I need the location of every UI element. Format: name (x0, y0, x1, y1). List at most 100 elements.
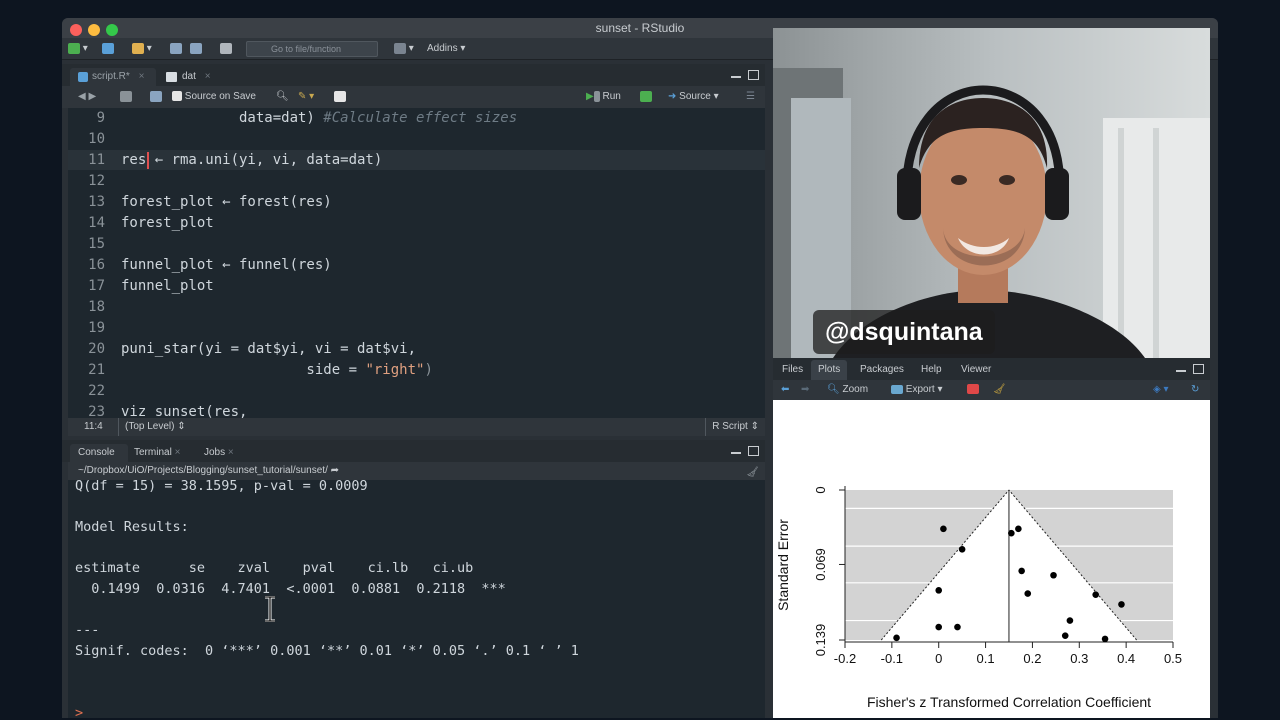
table-icon (166, 72, 177, 82)
rerun-icon[interactable] (640, 89, 652, 105)
tab-dat[interactable]: dat × (160, 68, 218, 86)
line-number: 22 (88, 383, 105, 399)
line-number: 20 (88, 341, 105, 357)
go-to-file-input[interactable]: Go to file/function (246, 41, 378, 57)
save-file-icon[interactable] (150, 89, 162, 105)
plot-viewer: -0.2 -0.1 0 0.1 0.2 0.3 0.4 0.5 0 0.069 0.139 Fishe… (773, 400, 1210, 718)
tab-viewer[interactable]: Viewer (954, 360, 998, 380)
maximize-pane-icon[interactable] (748, 70, 759, 80)
editor-toolbar: ◀ ▶ Source on Save 🔍︎ ✎ ▾ ▶ Run ➜ Source… (62, 86, 765, 108)
console-line: 0.1499 0.0316 4.7401 <.0001 0.0881 0.211… (75, 581, 506, 597)
save-icon[interactable] (170, 41, 182, 57)
minimize-window-button[interactable] (88, 24, 100, 36)
data-point (1092, 591, 1099, 598)
code-string: "right" (365, 362, 425, 378)
maximize-pane-icon[interactable] (748, 446, 759, 456)
outline-icon[interactable]: ☰ (746, 89, 755, 105)
close-tab-icon[interactable]: × (228, 447, 234, 458)
line-number: 17 (88, 278, 105, 294)
compile-report-icon[interactable] (334, 89, 346, 105)
search-icon[interactable]: 🔍︎ (276, 89, 289, 105)
code-text: forest_plot ← forest(res) (121, 194, 332, 210)
cursor-position: 11:4 (84, 421, 103, 432)
tab-jobs[interactable]: Jobs × (198, 444, 248, 462)
data-point (1008, 529, 1015, 537)
code-line: 14 forest_plot (68, 213, 765, 233)
clear-plots-icon[interactable]: 🧹︎ (993, 382, 1006, 398)
line-number: 16 (88, 257, 105, 273)
code-tools-icon[interactable]: ✎ ▾ (298, 89, 314, 105)
line-number: 19 (88, 320, 105, 336)
minimize-pane-icon[interactable] (731, 76, 741, 78)
code-line: 12 (68, 171, 765, 191)
minimize-pane-icon[interactable] (1176, 370, 1186, 372)
tab-help[interactable]: Help (914, 360, 949, 380)
addins-menu[interactable]: Addins ▾ (427, 41, 465, 57)
open-file-icon[interactable]: ▾ (132, 41, 152, 57)
console-line: Model Results: (75, 519, 189, 535)
data-point (893, 634, 900, 642)
tab-packages[interactable]: Packages (853, 360, 911, 380)
tab-console[interactable]: Console (70, 444, 128, 462)
run-button[interactable]: ▶ Run (586, 89, 621, 105)
show-in-window-icon[interactable] (120, 89, 132, 105)
tab-dat-label: dat (182, 71, 196, 82)
zoom-icon: 🔍︎ (827, 384, 840, 395)
line-number: 21 (88, 362, 105, 378)
tab-console-label: Console (78, 447, 115, 458)
tab-files[interactable]: Files (775, 360, 810, 380)
tab-plots[interactable]: Plots (811, 360, 848, 380)
zoom-button[interactable]: 🔍︎ Zoom (827, 382, 868, 398)
line-number: 12 (88, 173, 105, 189)
print-icon[interactable] (220, 41, 232, 57)
source-on-save-toggle[interactable]: Source on Save (172, 89, 256, 105)
maximize-pane-icon[interactable] (1193, 364, 1204, 374)
previous-plot-icon[interactable]: ⬅ (781, 382, 789, 398)
close-tab-icon[interactable]: × (139, 71, 145, 82)
line-number: 10 (88, 131, 105, 147)
source-button[interactable]: ➜ Source ▾ (668, 89, 719, 105)
close-tab-icon[interactable]: × (205, 71, 211, 82)
r-file-icon (78, 72, 88, 82)
back-arrow-icon[interactable]: ◀ ▶ (78, 89, 96, 105)
tab-terminal[interactable]: Terminal × (128, 444, 198, 462)
code-editor[interactable]: 9 data=dat) #Calculate effect sizes 10 1… (68, 108, 765, 418)
y-axis-label: Standard Error (775, 519, 791, 611)
code-text: data=dat) (121, 110, 324, 126)
remove-plot-icon[interactable] (967, 382, 979, 398)
working-directory: ~/Dropbox/UiO/Projects/Blogging/sunset_t… (68, 462, 765, 480)
refresh-icon[interactable]: ↻ (1191, 382, 1199, 398)
console-prompt[interactable]: > (75, 703, 83, 718)
data-point (1050, 571, 1057, 579)
file-type-label: R Script (712, 421, 748, 432)
minimize-pane-icon[interactable] (731, 452, 741, 454)
x-tick-label: 0.5 (1164, 651, 1182, 666)
file-type-selector[interactable]: R Script ⇕ (705, 418, 765, 436)
go-to-directory-icon[interactable]: ➦ (331, 465, 339, 476)
workspace-panes-icon[interactable]: ▾ (394, 41, 414, 57)
tab-script[interactable]: script.R* × (70, 68, 156, 86)
line-number: 14 (88, 215, 105, 231)
export-button[interactable]: Export ▾ (891, 382, 943, 398)
code-comment: #Calculate effect sizes (323, 110, 518, 126)
window-title: sunset - RStudio (595, 21, 685, 35)
text-cursor (147, 152, 149, 169)
data-point (954, 623, 961, 631)
close-tab-icon[interactable]: × (175, 447, 181, 458)
x-tick-label: 0.1 (977, 651, 995, 666)
new-file-icon[interactable]: ▾ (68, 41, 88, 57)
code-text: puni_star(yi = dat$yi, vi = dat$vi, (121, 341, 417, 357)
zoom-window-button[interactable] (106, 24, 118, 36)
code-line-active: 11 res ← rma.uni(yi, vi, data=dat) (68, 150, 765, 170)
new-project-icon[interactable] (102, 41, 114, 57)
webcam-video: @dsquintana (773, 28, 1210, 358)
next-plot-icon[interactable]: ➡ (801, 382, 809, 398)
console-output[interactable]: Q(df = 15) = 38.1595, p-val = 0.0009 Mod… (68, 480, 765, 718)
data-point (935, 587, 943, 594)
data-point (940, 525, 947, 533)
close-window-button[interactable] (70, 24, 82, 36)
publish-icon[interactable]: ◈ ▾ (1153, 382, 1169, 398)
editor-tabs: script.R* × dat × (62, 64, 765, 86)
save-all-icon[interactable] (190, 41, 202, 57)
scope-selector[interactable]: (Top Level) ⇕ (118, 418, 186, 436)
